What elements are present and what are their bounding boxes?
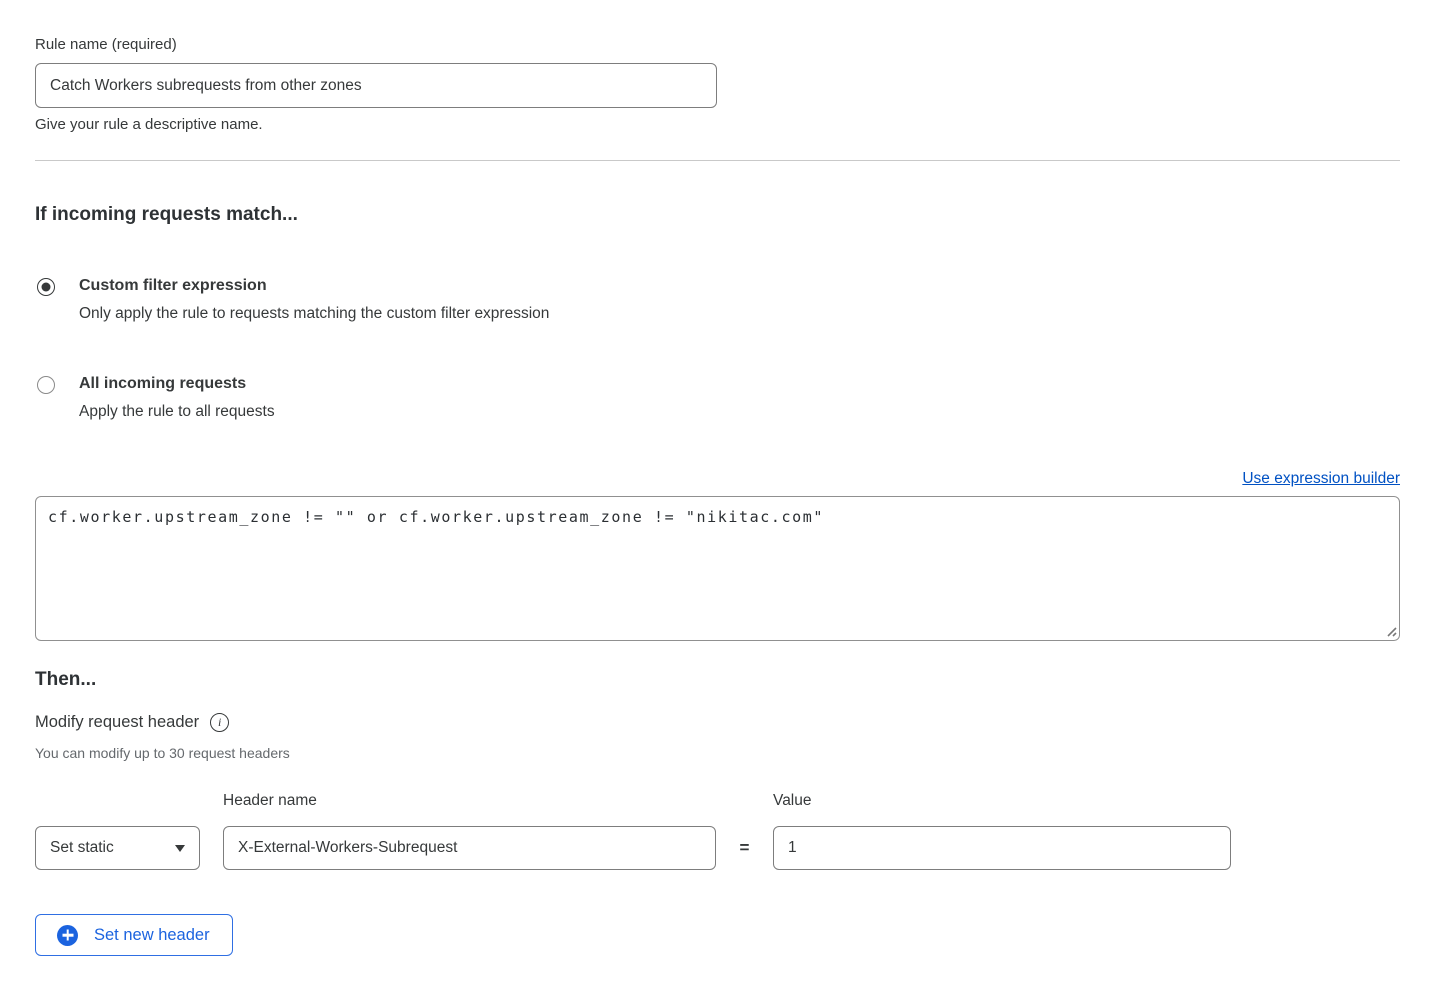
filter-expression-textarea[interactable]: cf.worker.upstream_zone != "" or cf.work… bbox=[35, 496, 1400, 641]
header-limit-help: You can modify up to 30 request headers bbox=[35, 744, 1400, 762]
modify-request-header-rule-form: Rule name (required) Give your rule a de… bbox=[0, 0, 1446, 988]
radio-all-requests-text: All incoming requests Apply the rule to … bbox=[79, 374, 275, 422]
rule-name-label: Rule name (required) bbox=[35, 35, 1400, 55]
expression-builder-row: Use expression builder bbox=[35, 469, 1400, 489]
value-label: Value bbox=[773, 791, 1231, 811]
header-name-column: Header name bbox=[223, 791, 716, 870]
rule-name-help: Give your rule a descriptive name. bbox=[35, 115, 1400, 135]
set-new-header-label: Set new header bbox=[94, 926, 210, 945]
header-name-label: Header name bbox=[223, 791, 716, 811]
radio-custom-filter-label: Custom filter expression bbox=[79, 276, 549, 296]
expression-editor-wrap: cf.worker.upstream_zone != "" or cf.work… bbox=[35, 496, 1400, 641]
form-content: Rule name (required) Give your rule a de… bbox=[35, 35, 1400, 956]
match-section-heading: If incoming requests match... bbox=[35, 204, 1400, 226]
section-divider bbox=[35, 160, 1400, 161]
modify-request-header-label: Modify request header bbox=[35, 711, 199, 733]
info-icon[interactable]: i bbox=[210, 713, 229, 732]
radio-custom-filter-text: Custom filter expression Only apply the … bbox=[79, 276, 549, 324]
header-name-input[interactable] bbox=[223, 826, 716, 870]
operation-selected-value: Set static bbox=[50, 839, 114, 857]
operation-column: Set static bbox=[35, 826, 200, 870]
operation-select[interactable]: Set static bbox=[35, 826, 200, 870]
header-edit-row: Set static Header name = Value bbox=[35, 791, 1400, 870]
use-expression-builder-link[interactable]: Use expression builder bbox=[1242, 470, 1400, 487]
radio-custom-filter-description: Only apply the rule to requests matching… bbox=[79, 304, 549, 324]
radio-all-requests-description: Apply the rule to all requests bbox=[79, 402, 275, 422]
set-new-header-button[interactable]: Set new header bbox=[35, 914, 233, 956]
then-section-heading: Then... bbox=[35, 669, 1400, 691]
radio-custom-filter-icon[interactable] bbox=[37, 278, 55, 296]
header-value-input[interactable] bbox=[773, 826, 1231, 870]
equals-sign: = bbox=[716, 838, 773, 858]
radio-all-requests-icon[interactable] bbox=[37, 376, 55, 394]
chevron-down-icon bbox=[175, 845, 185, 852]
plus-icon bbox=[57, 925, 78, 946]
value-column: Value bbox=[773, 791, 1231, 870]
rule-name-input[interactable] bbox=[35, 63, 717, 108]
radio-option-all-requests[interactable]: All incoming requests Apply the rule to … bbox=[35, 374, 1400, 422]
radio-all-requests-label: All incoming requests bbox=[79, 374, 275, 394]
radio-option-custom-filter[interactable]: Custom filter expression Only apply the … bbox=[35, 276, 1400, 324]
resize-handle-icon[interactable] bbox=[1384, 624, 1397, 637]
action-row: Modify request header i bbox=[35, 711, 1400, 733]
